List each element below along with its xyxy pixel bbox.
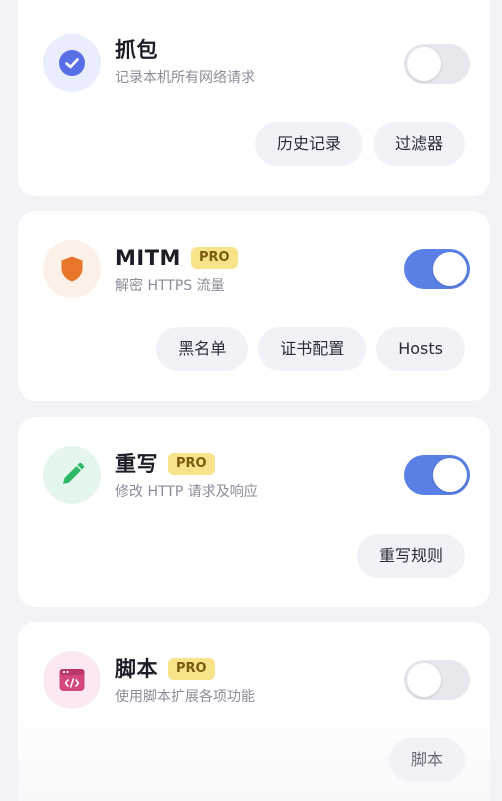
- capture-title: 抓包: [115, 38, 158, 62]
- rewrite-rules-button[interactable]: 重写规则: [356, 534, 465, 578]
- capture-actions: 历史记录 过滤器: [254, 122, 465, 166]
- toggle-knob: [433, 252, 467, 286]
- script-subtitle: 使用脚本扩展各项功能: [115, 689, 255, 705]
- capture-icon-badge: [43, 34, 101, 92]
- pro-badge: PRO: [168, 658, 215, 680]
- mitm-title: MITM: [115, 246, 181, 270]
- filter-button[interactable]: 过滤器: [372, 122, 465, 166]
- rewrite-toggle[interactable]: [404, 455, 470, 495]
- script-toggle[interactable]: [404, 660, 470, 700]
- pro-badge: PRO: [190, 247, 238, 269]
- script-icon-badge: [43, 651, 101, 709]
- feature-list: 抓包 记录本机所有网络请求 历史记录 过滤器 MITM PRO 解密 HTTPS…: [0, 0, 502, 801]
- capture-card: 抓包 记录本机所有网络请求 历史记录 过滤器: [18, 0, 490, 196]
- capture-title-row: 抓包: [115, 36, 158, 64]
- rewrite-title: 重写: [115, 452, 158, 476]
- hosts-button[interactable]: Hosts: [376, 327, 465, 371]
- script-card: 脚本 PRO 使用脚本扩展各项功能 脚本: [18, 622, 490, 801]
- rewrite-icon-badge: [43, 446, 101, 504]
- certificate-config-button[interactable]: 证书配置: [258, 327, 367, 371]
- mitm-icon-badge: [43, 240, 101, 298]
- scripts-button[interactable]: 脚本: [388, 738, 465, 782]
- mitm-card: MITM PRO 解密 HTTPS 流量 黑名单 证书配置 Hosts: [18, 211, 490, 401]
- shield-icon: [61, 256, 83, 282]
- script-title-row: 脚本 PRO: [115, 655, 215, 683]
- blacklist-button[interactable]: 黑名单: [156, 327, 249, 371]
- toggle-knob: [433, 458, 467, 492]
- mitm-subtitle: 解密 HTTPS 流量: [115, 278, 225, 294]
- pro-badge: PRO: [168, 453, 215, 475]
- pencil-icon: [63, 462, 85, 484]
- capture-subtitle: 记录本机所有网络请求: [115, 70, 255, 86]
- code-window-icon: [59, 669, 85, 691]
- capture-toggle[interactable]: [404, 44, 470, 84]
- history-button[interactable]: 历史记录: [254, 122, 363, 166]
- rewrite-card: 重写 PRO 修改 HTTP 请求及响应 重写规则: [18, 417, 490, 607]
- toggle-knob: [407, 663, 441, 697]
- script-title: 脚本: [115, 657, 158, 681]
- mitm-toggle[interactable]: [404, 249, 470, 289]
- toggle-knob: [407, 47, 441, 81]
- check-circle-icon: [59, 50, 85, 76]
- mitm-title-row: MITM PRO: [115, 244, 238, 272]
- rewrite-subtitle: 修改 HTTP 请求及响应: [115, 484, 258, 500]
- rewrite-actions: 重写规则: [356, 534, 465, 578]
- rewrite-title-row: 重写 PRO: [115, 450, 215, 478]
- script-actions: 脚本: [388, 738, 465, 782]
- mitm-actions: 黑名单 证书配置 Hosts: [156, 327, 465, 371]
